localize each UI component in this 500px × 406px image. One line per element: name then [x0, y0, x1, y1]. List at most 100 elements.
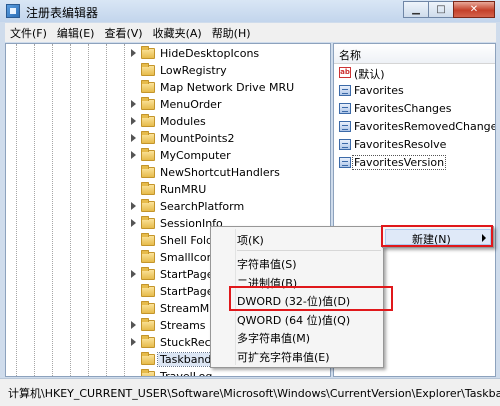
menu-item-key[interactable]: 项(K)	[237, 230, 377, 248]
annotation-box-new	[381, 225, 493, 247]
tree-item-label: TravelLog	[160, 370, 213, 377]
folder-icon	[141, 63, 155, 76]
menu-item-expandable-string-value[interactable]: 可扩充字符串值(E)	[237, 347, 377, 365]
value-row[interactable]: FavoritesChanges	[337, 100, 495, 118]
close-button[interactable]: ✕	[453, 1, 495, 18]
folder-icon	[141, 250, 155, 263]
menu-item-label: 字符串值(S)	[237, 258, 297, 271]
value-row[interactable]: FavoritesRemovedChanges	[337, 118, 495, 136]
tree-item[interactable]: Modules	[6, 113, 326, 130]
folder-icon	[141, 199, 155, 212]
tree-item-label: Modules	[160, 115, 206, 128]
menu-edit[interactable]: 编辑(E)	[52, 25, 100, 41]
value-name: Favorites	[354, 84, 404, 97]
folder-icon	[141, 80, 155, 93]
menu-item-multi-string-value[interactable]: 多字符串值(M)	[237, 328, 377, 346]
title-bar[interactable]: 注册表编辑器 ▁ □ ✕	[0, 0, 500, 22]
tree-item-label: RunMRU	[160, 183, 207, 196]
binary-value-icon	[339, 85, 351, 96]
expand-arrow-icon[interactable]	[131, 100, 136, 108]
tree-item[interactable]: TravelLog	[6, 368, 326, 377]
menu-separator	[237, 250, 381, 251]
caption-buttons: ▁ □ ✕	[403, 1, 495, 19]
tree-item-label: Map Network Drive MRU	[160, 81, 295, 94]
expand-arrow-icon[interactable]	[131, 49, 136, 57]
value-name: FavoritesRemovedChanges	[354, 120, 496, 133]
tree-item[interactable]: MountPoints2	[6, 130, 326, 147]
expand-arrow-icon[interactable]	[131, 338, 136, 346]
tree-item[interactable]: Map Network Drive MRU	[6, 79, 326, 96]
expand-arrow-icon[interactable]	[131, 321, 136, 329]
tree-item-label: MyComputer	[160, 149, 231, 162]
window-title: 注册表编辑器	[26, 6, 99, 20]
expand-arrow-icon[interactable]	[131, 117, 136, 125]
value-name: FavoritesChanges	[354, 102, 452, 115]
menu-item-label: 多字符串值(M)	[237, 332, 311, 346]
tree-item-label: NewShortcutHandlers	[160, 166, 280, 179]
menu-favorites[interactable]: 收藏夹(A)	[148, 25, 207, 41]
folder-icon	[141, 352, 155, 365]
string-value-icon: ab	[339, 67, 351, 78]
minimize-button[interactable]: ▁	[403, 1, 429, 18]
value-name: FavoritesVersion	[351, 155, 447, 170]
tree-item-label: StreamMR	[160, 302, 217, 315]
column-header-label: 名称	[339, 49, 361, 62]
tree-item[interactable]: HideDesktopIcons	[6, 45, 326, 62]
menu-file[interactable]: 文件(F)	[5, 25, 52, 41]
folder-icon	[141, 182, 155, 195]
tree-item[interactable]: NewShortcutHandlers	[6, 164, 326, 181]
folder-icon	[141, 233, 155, 246]
value-name: (默认)	[354, 68, 385, 81]
folder-icon	[141, 301, 155, 314]
annotation-box-dword	[229, 286, 393, 311]
tree-item[interactable]: RunMRU	[6, 181, 326, 198]
tree-item-label: SearchPlatform	[160, 200, 245, 213]
folder-icon	[141, 97, 155, 110]
tree-item[interactable]: MyComputer	[6, 147, 326, 164]
folder-icon	[141, 369, 155, 376]
folder-icon	[141, 148, 155, 161]
regedit-app-icon	[6, 4, 20, 18]
menu-item-string-value[interactable]: 字符串值(S)	[237, 254, 377, 272]
tree-item-label: LowRegistry	[160, 64, 227, 77]
maximize-button[interactable]: □	[428, 1, 454, 18]
tree-item-label: StartPage	[160, 268, 214, 281]
tree-item[interactable]: LowRegistry	[6, 62, 326, 79]
tree-item[interactable]: MenuOrder	[6, 96, 326, 113]
folder-icon	[141, 335, 155, 348]
folder-icon	[141, 216, 155, 229]
menu-item-label: QWORD (64 位)值(Q)	[237, 313, 351, 327]
folder-icon	[141, 131, 155, 144]
value-name: FavoritesResolve	[354, 138, 447, 151]
folder-icon	[141, 318, 155, 331]
value-row[interactable]: FavoritesVersion	[337, 154, 495, 172]
tree-item-label: Streams	[160, 319, 206, 332]
tree-item[interactable]: SearchPlatform	[6, 198, 326, 215]
menu-view[interactable]: 查看(V)	[99, 25, 147, 41]
expand-arrow-icon[interactable]	[131, 151, 136, 159]
value-row[interactable]: ab (默认)	[337, 64, 495, 82]
status-path: 计算机\HKEY_CURRENT_USER\Software\Microsoft…	[8, 387, 500, 400]
column-header-name[interactable]: 名称	[334, 44, 495, 64]
binary-value-icon	[339, 139, 351, 150]
status-bar: 计算机\HKEY_CURRENT_USER\Software\Microsoft…	[0, 378, 500, 406]
folder-icon	[141, 165, 155, 178]
expand-arrow-icon[interactable]	[131, 134, 136, 142]
menu-bar: 文件(F) 编辑(E) 查看(V) 收藏夹(A) 帮助(H)	[5, 23, 496, 42]
menu-item-label: 项(K)	[237, 234, 264, 247]
binary-value-icon	[339, 103, 351, 114]
folder-icon	[141, 267, 155, 280]
expand-arrow-icon[interactable]	[131, 270, 136, 278]
expand-arrow-icon[interactable]	[131, 219, 136, 227]
tree-item-label: Taskband	[156, 352, 215, 367]
value-row[interactable]: Favorites	[337, 82, 495, 100]
folder-icon	[141, 46, 155, 59]
menu-item-qword-value[interactable]: QWORD (64 位)值(Q)	[237, 310, 377, 328]
expand-arrow-icon[interactable]	[131, 202, 136, 210]
value-row[interactable]: FavoritesResolve	[337, 136, 495, 154]
tree-item-label: HideDesktopIcons	[160, 47, 260, 60]
menu-item-label: 可扩充字符串值(E)	[237, 351, 330, 364]
menu-help[interactable]: 帮助(H)	[207, 25, 256, 41]
folder-icon	[141, 284, 155, 297]
tree-item-label: MountPoints2	[160, 132, 235, 145]
